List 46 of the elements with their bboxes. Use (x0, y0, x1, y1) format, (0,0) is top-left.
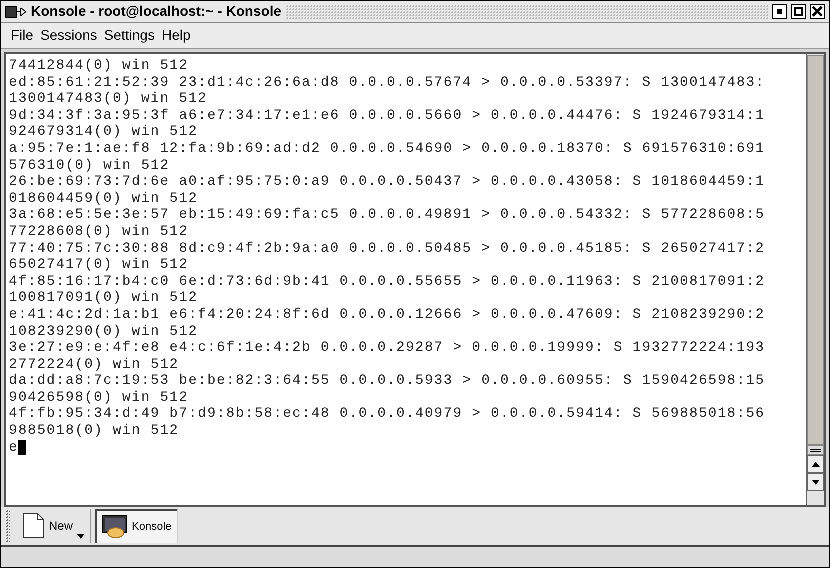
maximize-button[interactable] (791, 4, 806, 19)
new-document-icon (23, 513, 45, 539)
terminal-line: 77228608(0) win 512 (9, 224, 189, 241)
scrollbar-thumb[interactable] (807, 55, 824, 445)
terminal-line: 108239290(0) win 512 (9, 324, 198, 340)
down-arrow-icon (812, 480, 820, 484)
menu-item[interactable]: Help (162, 25, 191, 46)
session-tab[interactable]: Konsole (95, 509, 178, 543)
scrollbar[interactable] (806, 54, 824, 505)
menu-item[interactable]: Settings (104, 25, 155, 46)
terminal-line: 9d:34:3f:3a:95:3f a6:e7:34:17:e1:e6 0.0.0.0.5660 > 0.0.0.0.44476: S 1924679314:1 (9, 108, 766, 124)
terminal-line: 77:40:75:7c:30:88 8d:c9:4f:2b:9a:a0 0.0.0.0.50485 > 0.0.0.0.45185: S 265027417:2 (9, 240, 766, 258)
terminal-line: 018604459(0) win 512 (9, 190, 198, 208)
terminal-line: 100817091(0) win 512 (9, 290, 198, 307)
terminal-line: 576310(0) win 512 (9, 158, 170, 174)
terminal-line: 2772224(0) win 512 (9, 356, 180, 374)
terminal-line: 3e:27:e9:e:4f:e8 e4:c:6f:1e:4:2b 0.0.0.0.29287 > 0.0.0.0.19999: S 1932772224:193 (9, 340, 766, 357)
dropdown-caret-icon (77, 534, 86, 539)
terminal-prompt: e (9, 440, 18, 456)
scroll-up-button[interactable] (807, 455, 824, 473)
terminal-line: 4f:85:16:17:b4:c0 6e:d:73:6d:9b:41 0.0.0.0.55655 > 0.0.0.0.11963: S 2100817091:2 (9, 274, 766, 290)
window-menu-icon[interactable] (5, 6, 27, 18)
minimize-button[interactable] (772, 4, 787, 19)
terminal-line: 1300147483(0) win 512 (9, 91, 208, 108)
cursor-icon (18, 440, 26, 456)
terminal-line: da:dd:a8:7c:19:53 be:be:82:3:64:55 0.0.0.0.5933 > 0.0.0.0.60955: S 1590426598:15 (9, 373, 766, 390)
terminal-line: ed:85:61:21:52:39 23:d1:4c:26:6a:d8 0.0.0.0.57674 > 0.0.0.0.53397: S 1300147483: (9, 74, 766, 92)
terminal-line: e:41:4c:2d:1a:b1 e6:f4:20:24:8f:6d 0.0.0.0.12666 > 0.0.0.0.47609: S 2108239290:2 (9, 306, 766, 324)
toolbar-handle-icon (6, 510, 10, 542)
terminal-line: 4f:fb:95:34:d:49 b7:d9:8b:58:ec:48 0.0.0.0.40979 > 0.0.0.0.59414: S 569885018:56 (9, 406, 766, 424)
scroll-down-button[interactable] (807, 473, 824, 491)
grip-icon (807, 445, 824, 455)
terminal-line: 65027417(0) win 512 (9, 257, 189, 274)
terminal-line: 3a:68:e5:5e:3e:57 eb:15:49:69:fa:c5 0.0.0.0.49891 > 0.0.0.0.54332: S 577228608:5 (9, 207, 766, 224)
window-title: Konsole - root@localhost:~ - Konsole (31, 2, 282, 21)
close-button[interactable] (810, 4, 825, 19)
terminal-line: 90426598(0) win 512 (9, 390, 189, 406)
menu-item[interactable]: File (11, 25, 34, 46)
terminal-line: 924679314(0) win 512 (9, 124, 198, 141)
terminal-line: 74412844(0) win 512 (9, 58, 189, 75)
terminal-line: 26:be:69:73:7d:6e a0:af:95:75:0:a9 0.0.0.0.50437 > 0.0.0.0.43058: S 1018604459:1 (9, 174, 766, 191)
terminal-line: a:95:7e:1:ae:f8 12:fa:9b:69:ad:d2 0.0.0.0.54690 > 0.0.0.0.18370: S 691576310:691 (9, 140, 766, 158)
up-arrow-icon (812, 462, 820, 466)
menu-item[interactable]: Sessions (40, 25, 98, 46)
terminal-line: 9885018(0) win 512 (9, 423, 180, 440)
terminal-shell-icon (102, 515, 128, 539)
